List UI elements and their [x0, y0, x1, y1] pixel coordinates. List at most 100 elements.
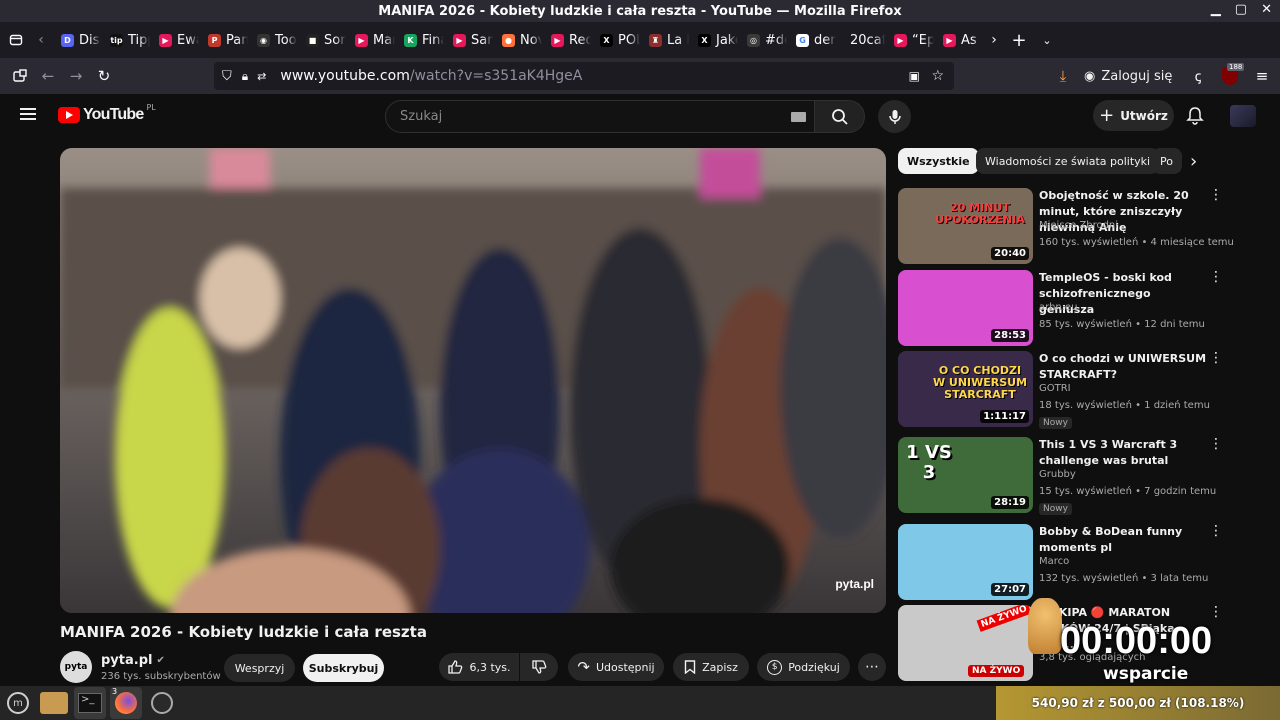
reader-view-icon[interactable]: ▣	[909, 69, 920, 83]
more-vertical-icon[interactable]: ⋮	[1209, 351, 1223, 365]
browser-tab[interactable]: ■ Son	[297, 26, 346, 54]
browser-tab[interactable]: tip Tipp	[101, 26, 150, 54]
url-bar[interactable]: ⛉ 🔒︎ ⇄ www.youtube.com/watch?v=s351aK4Hg…	[214, 62, 954, 90]
permissions-icon[interactable]: ⇄	[257, 70, 266, 83]
list-all-tabs-icon[interactable]: ⌄	[1033, 26, 1061, 54]
browser-tab[interactable]: X Jake	[689, 26, 738, 54]
bookmark-star-icon[interactable]: ☆	[931, 68, 944, 84]
recommendation-channel[interactable]: Miejsce Zbrodni	[1039, 220, 1118, 231]
video-thumbnail[interactable]: NA ŻYWO NA ŻYWO	[898, 605, 1033, 681]
browser-tab[interactable]: P Pan	[199, 26, 248, 54]
recommendation-item[interactable]: 28:53 TempleOS - boski kod schizofreniczn…	[898, 270, 1228, 348]
keyboard-icon[interactable]	[791, 112, 806, 122]
create-button[interactable]: + Utwórz	[1093, 100, 1174, 131]
search-input[interactable]: Szukaj	[385, 100, 815, 133]
chip-partial[interactable]: Po	[1152, 148, 1182, 174]
browser-tab[interactable]: ◎ #de	[738, 26, 787, 54]
minimize-icon[interactable]: ▁	[1211, 2, 1221, 17]
browser-tab[interactable]: ▶ As	[934, 26, 983, 54]
forward-icon[interactable]: →	[62, 62, 90, 90]
support-button[interactable]: Wesprzyj	[224, 654, 295, 682]
more-actions-button[interactable]: ⋯	[858, 653, 886, 681]
file-manager-icon[interactable]	[38, 687, 70, 719]
channel-name[interactable]: pyta.pl ✔	[101, 653, 165, 668]
recommendation-title[interactable]: This 1 VS 3 Warcraft 3 challenge was bru…	[1039, 437, 1209, 469]
notifications-bell-icon[interactable]	[1186, 106, 1204, 130]
like-button[interactable]: 6,3 tys.	[439, 653, 519, 681]
ublock-icon[interactable]: 188	[1222, 63, 1245, 85]
firefox-icon[interactable]: 3	[110, 687, 142, 719]
thanks-button[interactable]: $ Podziękuj	[757, 653, 850, 681]
browser-tab[interactable]: ● Nov	[493, 26, 542, 54]
video-duration: 27:07	[991, 583, 1029, 596]
more-vertical-icon[interactable]: ⋮	[1209, 270, 1223, 284]
tab-overview-icon[interactable]	[2, 26, 30, 54]
video-thumbnail[interactable]: 20 MINUT UPOKORZENIA 20:40	[898, 188, 1033, 264]
more-vertical-icon[interactable]: ⋮	[1209, 437, 1223, 451]
tabs-scroll-right-icon[interactable]: ›	[983, 26, 1005, 54]
recommendation-item[interactable]: O CO CHODZI W UNIWERSUM STARCRAFT 1:11:17…	[898, 351, 1228, 429]
browser-tab[interactable]: D Disc	[52, 26, 101, 54]
app-menu-icon[interactable]: ≡	[1248, 62, 1276, 90]
video-thumbnail[interactable]: 27:07	[898, 524, 1033, 600]
browser-tab[interactable]: K Fina	[395, 26, 444, 54]
maximize-icon[interactable]: ▢	[1235, 2, 1247, 17]
close-icon[interactable]: ✕	[1261, 2, 1272, 17]
save-button[interactable]: Zapisz	[673, 653, 749, 681]
video-thumbnail[interactable]: O CO CHODZI W UNIWERSUM STARCRAFT 1:11:17	[898, 351, 1033, 427]
share-button[interactable]: ↷ Udostępnij	[568, 653, 664, 681]
obs-icon[interactable]	[146, 687, 178, 719]
video-duration: 28:53	[991, 329, 1029, 342]
browser-tab[interactable]: X POL	[591, 26, 640, 54]
recommendation-channel[interactable]: GOTRI	[1039, 383, 1071, 394]
browser-tab[interactable]: ▶ San	[444, 26, 493, 54]
new-tab-icon[interactable]: +	[1005, 26, 1033, 54]
reload-icon[interactable]: ↻	[90, 62, 118, 90]
login-button[interactable]: ◉ Zaloguj się	[1084, 62, 1172, 90]
terminal-icon[interactable]: >_	[74, 687, 106, 719]
tabs-scroll-left-icon[interactable]: ‹	[30, 26, 52, 54]
recommendation-item[interactable]: 1 VS 3 28:19 This 1 VS 3 Warcraft 3 challe…	[898, 437, 1228, 515]
video-thumbnail[interactable]: 28:53	[898, 270, 1033, 346]
video-thumbnail[interactable]: 1 VS 3 28:19	[898, 437, 1033, 513]
voice-search-button[interactable]	[878, 100, 911, 133]
lock-icon[interactable]: 🔒︎	[242, 69, 248, 84]
chips-next-icon[interactable]: ›	[1190, 151, 1197, 172]
login-label: Zaloguj się	[1101, 68, 1173, 84]
tracking-protection-icon[interactable]: ⛉	[222, 69, 232, 84]
dislike-button[interactable]	[520, 653, 558, 681]
back-icon[interactable]: ←	[34, 62, 62, 90]
start-menu-icon[interactable]: m	[2, 687, 34, 719]
chip-all[interactable]: Wszystkie	[898, 148, 979, 174]
user-avatar[interactable]	[1230, 105, 1256, 127]
browser-tab[interactable]: ▶ “Epi	[885, 26, 934, 54]
more-vertical-icon[interactable]: ⋮	[1209, 524, 1223, 538]
recommendation-item[interactable]: 20 MINUT UPOKORZENIA 20:40 Obojętność w sz…	[898, 188, 1234, 266]
downloads-icon[interactable]: ⤓	[1049, 62, 1077, 90]
more-vertical-icon[interactable]: ⋮	[1209, 188, 1223, 202]
browser-tab[interactable]: 20caf2	[836, 26, 885, 54]
url-text[interactable]: www.youtube.com/watch?v=s351aK4HgeA	[280, 68, 582, 84]
browser-tab[interactable]: Gden	[787, 26, 836, 54]
browser-tab[interactable]: ▶ Red	[542, 26, 591, 54]
channel-avatar[interactable]: pyta	[60, 651, 92, 683]
browser-tab[interactable]: ▶ Ewa	[150, 26, 199, 54]
more-vertical-icon[interactable]: ⋮	[1209, 605, 1223, 619]
recommendation-channel[interactable]: Marco	[1039, 556, 1069, 567]
recommendation-channel[interactable]: arhn.eu	[1039, 302, 1077, 313]
browser-tab[interactable]: ♜ La R	[640, 26, 689, 54]
browser-tab[interactable]: ◉ Too	[248, 26, 297, 54]
sync-icon[interactable]: ꞔ	[1184, 62, 1212, 90]
recommendation-channel[interactable]: Grubby	[1039, 469, 1076, 480]
search-button[interactable]	[815, 100, 865, 133]
sidebar-icon[interactable]	[6, 62, 34, 90]
browser-tab[interactable]: ▶ Mar	[346, 26, 395, 54]
recommendation-title[interactable]: Bobby & BoDean funny moments pl	[1039, 524, 1209, 556]
recommendation-title[interactable]: O co chodzi w UNIWERSUM STARCRAFT?	[1039, 351, 1209, 383]
subscribe-button[interactable]: Subskrybuj	[303, 654, 384, 682]
chip-politics[interactable]: Wiadomości ze świata polityki	[976, 148, 1160, 174]
youtube-logo[interactable]: YouTube PL	[58, 103, 156, 124]
guide-menu-icon[interactable]	[20, 106, 40, 124]
recommendation-item[interactable]: 27:07 Bobby & BoDean funny moments pl Marc…	[898, 524, 1228, 602]
video-player[interactable]: pyta.pl	[60, 148, 886, 613]
